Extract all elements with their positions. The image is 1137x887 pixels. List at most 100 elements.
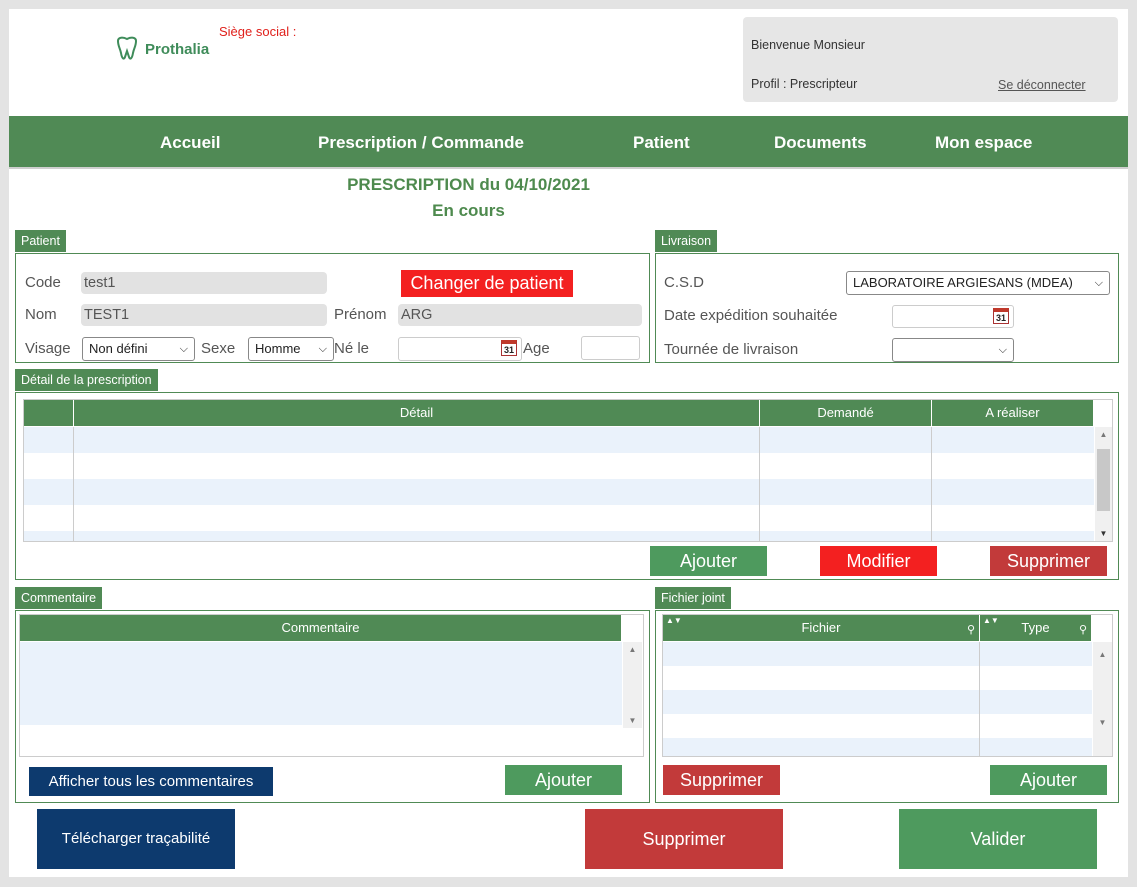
comment-area[interactable]	[20, 642, 622, 725]
type-col[interactable]: Type ▲▼ ⚲	[980, 615, 1092, 641]
download-traceability-button[interactable]: Télécharger traçabilité	[37, 809, 235, 869]
tab-commentaire: Commentaire	[15, 587, 103, 609]
birthdate-input[interactable]: 31	[398, 337, 522, 361]
calendar-icon[interactable]: 31	[993, 308, 1009, 324]
detail-col-demande[interactable]: Demandé	[760, 400, 932, 426]
validate-button[interactable]: Valider	[899, 809, 1097, 869]
fichier-add-button[interactable]: Ajouter	[990, 765, 1107, 795]
main-nav: Accueil Prescription / Commande Patient …	[9, 116, 1128, 169]
detail-scrollbar[interactable]: ▲ ▼	[1095, 427, 1112, 541]
detail-col-a-realiser[interactable]: A réaliser	[932, 400, 1094, 426]
fichier-delete-button[interactable]: Supprimer	[663, 765, 780, 795]
profile-text: Profil : Prescripteur	[751, 77, 858, 91]
sexe-value: Homme	[255, 341, 301, 356]
delete-prescription-button[interactable]: Supprimer	[585, 809, 783, 869]
detail-panel: Détail Demandé A réaliser ▲ ▼ Ajouter Mo…	[15, 392, 1119, 580]
welcome-text: Bienvenue Monsieur	[751, 38, 865, 52]
csd-value: LABORATOIRE ARGIESANS (MDEA)	[853, 275, 1073, 290]
detail-delete-button[interactable]: Supprimer	[990, 546, 1107, 576]
age-input[interactable]	[581, 336, 640, 360]
table-row[interactable]	[24, 479, 1094, 505]
logo-text: Prothalia	[145, 40, 210, 58]
logout-link[interactable]: Se déconnecter	[998, 78, 1086, 92]
table-row[interactable]	[24, 453, 1094, 479]
page-status: En cours	[432, 201, 505, 220]
tooth-icon	[116, 36, 138, 60]
prenom-label: Prénom	[334, 306, 387, 323]
fichier-grid: Fichier ▲▼ ⚲ Type ▲▼ ⚲ ▲ ▼	[662, 614, 1113, 757]
age-label: Age	[523, 340, 550, 357]
table-row[interactable]	[663, 738, 1092, 756]
commentaire-grid: Commentaire ▲ ▼	[19, 614, 644, 757]
divider	[979, 642, 980, 756]
commentaire-add-button[interactable]: Ajouter	[505, 765, 622, 795]
table-row[interactable]	[24, 531, 1094, 541]
show-all-comments-button[interactable]: Afficher tous les commentaires	[29, 767, 273, 796]
detail-modify-button[interactable]: Modifier	[820, 546, 937, 576]
nav-prescription[interactable]: Prescription / Commande	[318, 133, 524, 153]
fichier-col-label: Fichier	[801, 620, 841, 635]
sort-icon[interactable]: ▲▼	[666, 615, 682, 634]
scroll-down-icon[interactable]: ▼	[1095, 529, 1112, 538]
divider	[73, 427, 74, 541]
tournee-label: Tournée de livraison	[664, 341, 799, 358]
commentaire-scrollbar[interactable]: ▲ ▼	[623, 642, 642, 728]
nom-field[interactable]: TEST1	[81, 304, 327, 326]
type-col-label: Type	[1021, 620, 1050, 635]
commentaire-panel: Commentaire ▲ ▼ Afficher tous les commen…	[15, 610, 650, 803]
livraison-panel: C.S.D LABORATOIRE ARGIESANS (MDEA) ⌵ Dat…	[655, 253, 1119, 363]
tab-fichier-joint: Fichier joint	[655, 587, 731, 609]
detail-add-button[interactable]: Ajouter	[650, 546, 767, 576]
scroll-up-icon[interactable]: ▲	[1095, 430, 1112, 439]
nav-mon-espace[interactable]: Mon espace	[935, 133, 1032, 153]
chevron-down-icon: ⌵	[318, 343, 327, 355]
filter-icon[interactable]: ⚲	[1079, 617, 1087, 643]
filter-icon[interactable]: ⚲	[967, 617, 975, 643]
scroll-up-icon[interactable]: ▲	[623, 645, 642, 654]
table-row[interactable]	[24, 427, 1094, 453]
prenom-field[interactable]: ARG	[398, 304, 642, 326]
tab-livraison: Livraison	[655, 230, 718, 252]
scroll-down-icon[interactable]: ▼	[623, 716, 642, 725]
calendar-icon[interactable]: 31	[501, 340, 517, 356]
scroll-thumb[interactable]	[1097, 449, 1110, 511]
siege-social-label: Siège social :	[219, 24, 297, 39]
visage-value: Non défini	[89, 341, 148, 356]
date-expedition-input[interactable]: 31	[892, 305, 1014, 328]
sexe-label: Sexe	[201, 340, 236, 357]
nav-documents[interactable]: Documents	[774, 133, 867, 153]
code-field[interactable]: test1	[81, 272, 327, 294]
table-row[interactable]	[663, 690, 1092, 714]
visage-select[interactable]: Non défini ⌵	[82, 337, 195, 361]
visage-label: Visage	[25, 340, 71, 357]
detail-grid: Détail Demandé A réaliser ▲ ▼	[23, 399, 1113, 542]
fichier-col[interactable]: Fichier ▲▼ ⚲	[663, 615, 980, 641]
logo[interactable]: Prothalia	[113, 35, 209, 63]
nav-accueil[interactable]: Accueil	[160, 133, 220, 153]
tab-detail: Détail de la prescription	[15, 369, 158, 391]
user-info-box: Bienvenue Monsieur Profil : Prescripteur…	[743, 17, 1118, 102]
nom-label: Nom	[25, 306, 57, 323]
fichier-scrollbar[interactable]: ▲ ▼	[1093, 642, 1112, 756]
scroll-down-icon[interactable]: ▼	[1093, 718, 1112, 727]
date-expedition-label: Date expédition souhaitée	[664, 307, 838, 324]
commentaire-col[interactable]: Commentaire	[20, 615, 622, 641]
page-title: PRESCRIPTION du 04/10/2021	[347, 175, 590, 194]
change-patient-button[interactable]: Changer de patient	[401, 270, 573, 297]
sort-icon[interactable]: ▲▼	[983, 615, 999, 634]
fichier-panel: Fichier ▲▼ ⚲ Type ▲▼ ⚲ ▲ ▼ Supprimer Ajo…	[655, 610, 1119, 803]
detail-col-detail[interactable]: Détail	[74, 400, 760, 426]
csd-select[interactable]: LABORATOIRE ARGIESANS (MDEA) ⌵	[846, 271, 1110, 295]
tournee-select[interactable]: ⌵	[892, 338, 1014, 362]
scroll-up-icon[interactable]: ▲	[1093, 650, 1112, 659]
table-row[interactable]	[663, 666, 1092, 690]
table-row[interactable]	[24, 505, 1094, 531]
nav-patient[interactable]: Patient	[633, 133, 690, 153]
chevron-down-icon: ⌵	[998, 344, 1007, 356]
ne-le-label: Né le	[334, 340, 370, 357]
page: Prothalia Siège social : Bienvenue Monsi…	[9, 9, 1128, 877]
chevron-down-icon: ⌵	[1094, 277, 1103, 289]
sexe-select[interactable]: Homme ⌵	[248, 337, 334, 361]
table-row[interactable]	[663, 642, 1092, 666]
table-row[interactable]	[663, 714, 1092, 738]
